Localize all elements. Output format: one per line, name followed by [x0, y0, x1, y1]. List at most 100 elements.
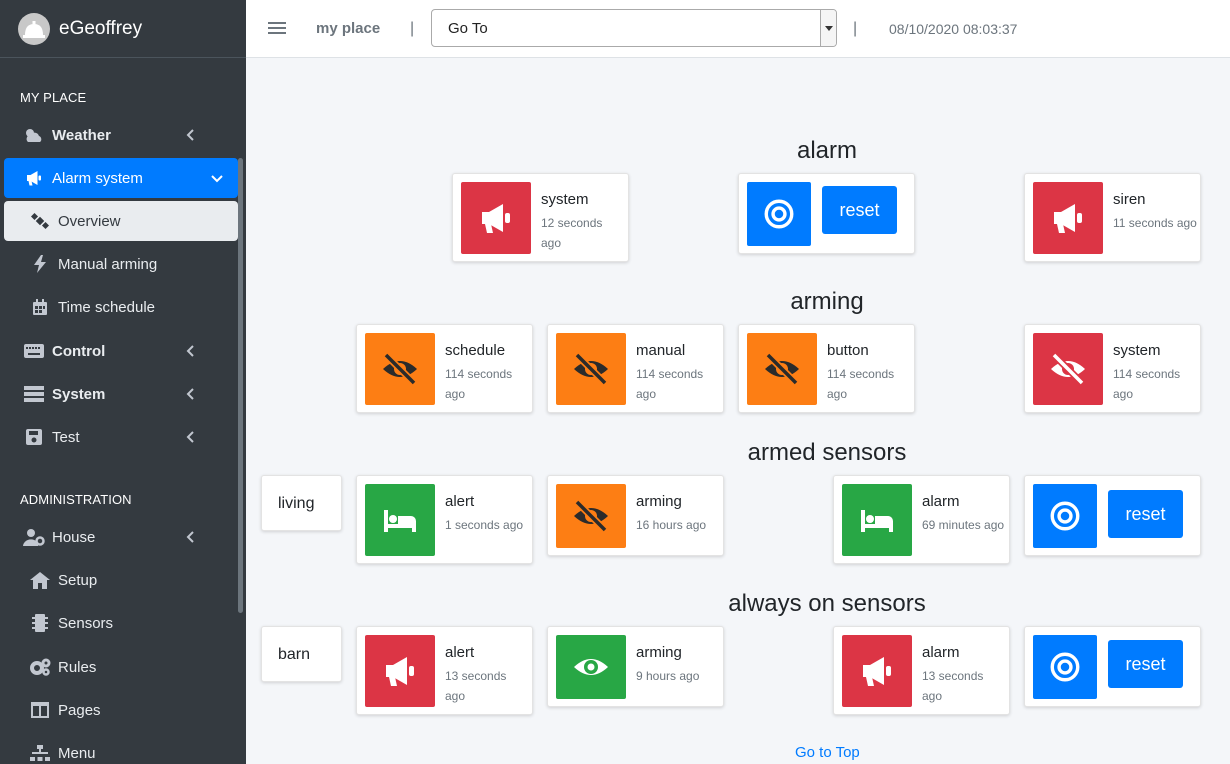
- cogs-icon: [28, 657, 52, 677]
- goto-select[interactable]: Go To: [431, 9, 837, 47]
- brand-link[interactable]: eGeoffrey: [0, 0, 246, 58]
- sidebar-item-label: Pages: [58, 701, 101, 719]
- widget-timestamp: 13 seconds ago: [445, 669, 507, 703]
- microchip-icon: [28, 613, 52, 633]
- reset-button[interactable]: reset: [822, 186, 897, 234]
- eye-icon: [556, 635, 626, 699]
- widget-arming-manual: manual 114 seconds ago: [547, 324, 724, 413]
- widget-title: alert: [445, 493, 475, 510]
- sidebar-item-overview[interactable]: Overview: [4, 201, 238, 241]
- calendar-icon: [28, 297, 52, 317]
- eye-slash-icon: [747, 333, 817, 405]
- sitemap-icon: [28, 743, 52, 763]
- widget-timestamp: 114 seconds ago: [1113, 367, 1181, 401]
- sidebar-item-label: Sensors: [58, 614, 114, 632]
- sidebar-item-pages[interactable]: Pages: [4, 690, 238, 730]
- chevron-left-icon: [184, 387, 198, 401]
- eye-slash-icon: [1033, 333, 1103, 405]
- sidebar-item-label: Alarm system: [52, 169, 143, 187]
- widget-timestamp: 1 seconds ago: [445, 518, 524, 532]
- user-cog-icon: [22, 527, 46, 547]
- widget-arming-system: system 114 seconds ago: [1024, 324, 1201, 413]
- navbar-separator: |: [410, 20, 415, 37]
- sidebar-item-weather[interactable]: Weather: [4, 115, 238, 155]
- sidebar-item-label: Overview: [58, 212, 121, 230]
- place-link[interactable]: my place: [316, 20, 380, 37]
- widget-timestamp: 69 minutes ago: [922, 518, 1005, 532]
- sidebar-scrollbar[interactable]: [238, 158, 243, 613]
- sidebar-item-label: Rules: [58, 658, 97, 676]
- sidebar-item-menu[interactable]: Menu: [4, 733, 238, 764]
- columns-icon: [28, 700, 52, 720]
- sidebar-item-label: Test: [52, 428, 80, 446]
- brand-name: eGeoffrey: [59, 17, 143, 39]
- sidebar-item-setup[interactable]: Setup: [4, 560, 238, 600]
- sidebar-item-rules[interactable]: Rules: [4, 647, 238, 687]
- widget-title: alarm: [922, 493, 960, 510]
- widget-alarm-siren: siren 11 seconds ago: [1024, 173, 1201, 262]
- widget-alarm-reset: reset: [738, 173, 915, 254]
- top-navbar: my place | Go To | 08/10/2020 08:03:37: [246, 0, 1230, 58]
- widget-title: button: [827, 342, 869, 359]
- chevron-left-icon: [184, 430, 198, 444]
- goto-select-value: Go To: [448, 20, 488, 37]
- server-icon: [22, 384, 46, 404]
- sidebar-item-time-schedule[interactable]: Time schedule: [4, 287, 238, 327]
- sidebar-item-label: System: [52, 385, 106, 403]
- reset-button[interactable]: reset: [1108, 640, 1183, 688]
- widget-title: arming: [636, 644, 682, 661]
- widget-timestamp: 12 seconds ago: [541, 216, 603, 250]
- widget-timestamp: 13 seconds ago: [922, 669, 984, 703]
- widget-always-arming: arming 9 hours ago: [547, 626, 724, 707]
- sidebar-item-house[interactable]: House: [4, 517, 238, 557]
- reset-button[interactable]: reset: [1108, 490, 1183, 538]
- bullhorn-icon: [842, 635, 912, 707]
- eye-slash-icon: [556, 333, 626, 405]
- sidebar-item-alarm-system[interactable]: Alarm system: [4, 158, 238, 198]
- chevron-down-icon: [820, 10, 836, 46]
- zone-label-living: living: [261, 475, 342, 531]
- zone-label-barn: barn: [261, 626, 342, 682]
- bullhorn-icon: [365, 635, 435, 707]
- navbar-separator: |: [853, 20, 858, 37]
- save-icon: [22, 427, 46, 447]
- sidebar-item-test[interactable]: Test: [4, 417, 238, 457]
- widget-timestamp: 11 seconds ago: [1113, 216, 1197, 230]
- target-icon: [1033, 635, 1097, 699]
- bed-icon: [365, 484, 435, 556]
- sidebar-item-system[interactable]: System: [4, 374, 238, 414]
- sidebar-item-label: Time schedule: [58, 298, 155, 316]
- hamburger-icon[interactable]: [268, 20, 286, 36]
- sidebar-item-label: Menu: [58, 744, 96, 762]
- home-icon: [28, 570, 52, 590]
- section-title-armed-sensors: armed sensors: [747, 439, 907, 466]
- widget-always-alert: alert 13 seconds ago: [356, 626, 533, 715]
- section-title-arming: arming: [790, 288, 864, 315]
- widget-arming-schedule: schedule 114 seconds ago: [356, 324, 533, 413]
- go-to-top-link[interactable]: Go to Top: [795, 744, 860, 761]
- eye-slash-icon: [365, 333, 435, 405]
- datetime-display: 08/10/2020 08:03:37: [889, 21, 1018, 37]
- sidebar-item-label: House: [52, 528, 96, 546]
- sidebar-item-control[interactable]: Control: [4, 331, 238, 371]
- sidebar-item-manual-arming[interactable]: Manual arming: [4, 244, 238, 284]
- widget-timestamp: 9 hours ago: [636, 669, 700, 683]
- widget-arming-button: button 114 seconds ago: [738, 324, 915, 413]
- widget-title: arming: [636, 493, 682, 510]
- sidebar-item-label: Manual arming: [58, 255, 158, 273]
- satellite-icon: [28, 211, 52, 231]
- widget-armed-reset: reset: [1024, 475, 1201, 556]
- sidebar-header-myplace: MY PLACE: [20, 90, 87, 105]
- widget-title: system: [1113, 342, 1161, 359]
- chevron-left-icon: [184, 530, 198, 544]
- chevron-down-icon: [210, 171, 224, 185]
- eye-slash-icon: [556, 484, 626, 548]
- bed-icon: [842, 484, 912, 556]
- keyboard-icon: [22, 341, 46, 361]
- sidebar-item-sensors[interactable]: Sensors: [4, 603, 238, 643]
- bolt-icon: [28, 254, 52, 274]
- section-title-always-on-sensors: always on sensors: [728, 590, 926, 617]
- target-icon: [1033, 484, 1097, 548]
- sidebar-item-label: Control: [52, 342, 106, 360]
- target-icon: [747, 182, 811, 246]
